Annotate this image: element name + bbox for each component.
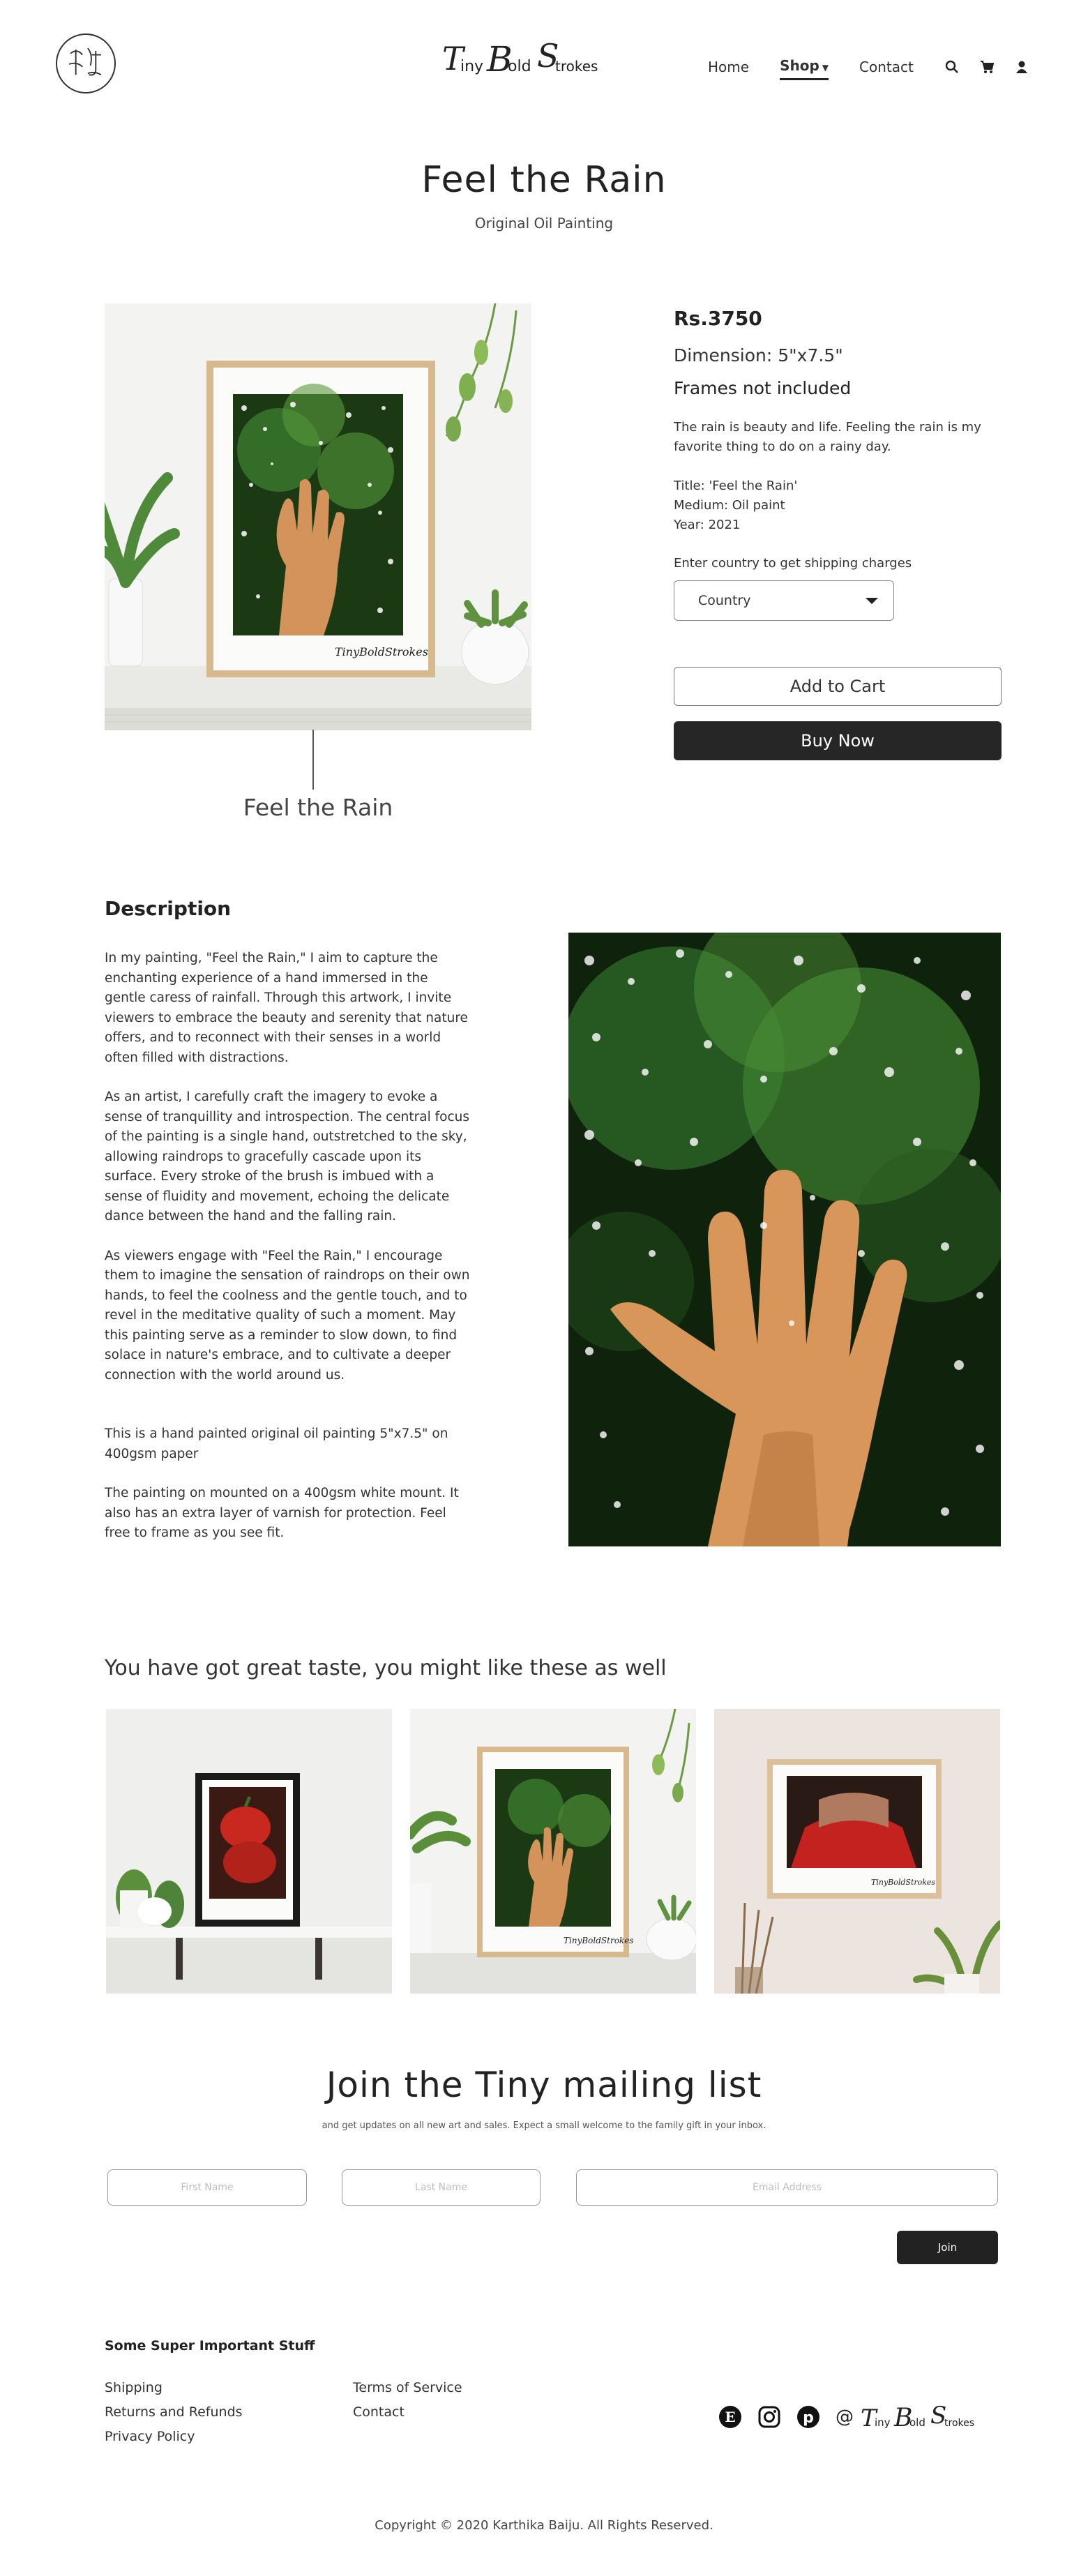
product-blurb: The rain is beauty and life. Feeling the… xyxy=(674,420,981,454)
shipping-label: Enter country to get shipping charges xyxy=(674,556,912,571)
footer-brand-logo[interactable]: T iny B old S trokes xyxy=(859,2400,1006,2434)
recommendation-card[interactable] xyxy=(106,1709,392,1994)
social-links: E p @ T iny B old S trokes xyxy=(718,2400,1006,2434)
description-paragraph: As viewers engage with "Feel the Rain," … xyxy=(105,1248,470,1383)
nav-home[interactable]: Home xyxy=(708,59,749,75)
product-meta: Title: 'Feel the Rain' Medium: Oil paint… xyxy=(674,476,1002,535)
footer-link-terms[interactable]: Terms of Service xyxy=(353,2376,462,2400)
caret-down-icon xyxy=(866,597,878,604)
description-heading: Description xyxy=(105,897,232,920)
add-to-cart-button[interactable]: Add to Cart xyxy=(674,667,1002,706)
svg-text:trokes: trokes xyxy=(944,2418,974,2429)
mailing-subtext: and get updates on all new art and sales… xyxy=(322,2121,766,2131)
price: Rs.3750 xyxy=(674,307,762,330)
svg-text:iny: iny xyxy=(460,58,483,75)
svg-text:trokes: trokes xyxy=(555,58,598,75)
description-paragraph: The painting on mounted on a 400gsm whit… xyxy=(105,1486,459,1540)
logo-seal-icon[interactable] xyxy=(56,33,116,93)
svg-text:E: E xyxy=(725,2409,735,2425)
last-name-input[interactable] xyxy=(342,2169,541,2206)
description-paragraph: In my painting, "Feel the Rain," I aim t… xyxy=(105,951,468,1065)
product-info: Rs.3750 Dimension: 5"x7.5" Frames not in… xyxy=(674,307,1002,760)
svg-text:old: old xyxy=(508,58,531,75)
nav-shop[interactable]: Shop ▼ xyxy=(780,57,829,80)
painting-closeup[interactable] xyxy=(568,933,1001,1546)
footer-link-returns[interactable]: Returns and Refunds xyxy=(105,2400,243,2425)
etsy-icon[interactable]: E xyxy=(718,2405,742,2429)
email-input[interactable] xyxy=(576,2169,998,2206)
pinterest-icon[interactable]: p xyxy=(796,2405,820,2429)
site-header: T iny B old S trokes Home Shop ▼ Contact xyxy=(0,0,1088,126)
footer-links-col1: Shipping Returns and Refunds Privacy Pol… xyxy=(105,2376,243,2449)
page-subtitle: Original Oil Painting xyxy=(474,215,614,232)
svg-text:old: old xyxy=(909,2416,925,2429)
meta-medium: Medium: Oil paint xyxy=(674,498,785,513)
mailing-heading: Join the Tiny mailing list xyxy=(326,2065,762,2105)
recommendations-grid: TinyBoldStrokes TinyBoldStrokes xyxy=(106,1709,1000,1994)
main-nav: Home Shop ▼ Contact xyxy=(708,53,1049,80)
product-photo[interactable]: TinyBoldStrokes xyxy=(105,303,531,730)
photo-pointer-line xyxy=(312,730,314,790)
footer-link-contact[interactable]: Contact xyxy=(353,2400,462,2425)
first-name-input[interactable] xyxy=(107,2169,307,2206)
recommendation-card[interactable]: TinyBoldStrokes xyxy=(410,1709,696,1994)
buy-now-button[interactable]: Buy Now xyxy=(674,721,1002,760)
svg-text:TinyBoldStrokes: TinyBoldStrokes xyxy=(564,1936,633,1945)
footer-link-privacy[interactable]: Privacy Policy xyxy=(105,2425,243,2449)
chevron-down-icon: ▼ xyxy=(822,63,829,73)
svg-text:TinyBoldStrokes: TinyBoldStrokes xyxy=(335,645,428,658)
account-icon[interactable] xyxy=(1014,59,1029,75)
description-paragraph: This is a hand painted original oil pain… xyxy=(105,1426,448,1461)
country-select-value: Country xyxy=(698,593,751,608)
at-sign: @ xyxy=(836,2406,854,2427)
copyright: Copyright © 2020 Karthika Baiju. All Rig… xyxy=(375,2518,713,2533)
svg-text:iny: iny xyxy=(875,2416,891,2429)
page-title: Feel the Rain xyxy=(421,159,667,201)
country-select[interactable]: Country xyxy=(674,580,894,621)
join-button[interactable]: Join xyxy=(897,2231,998,2264)
photo-caption: Feel the Rain xyxy=(243,794,393,821)
nav-contact[interactable]: Contact xyxy=(859,59,914,75)
footer-links-col2: Terms of Service Contact xyxy=(353,2376,462,2425)
description-body: In my painting, "Feel the Rain," I aim t… xyxy=(105,949,471,1563)
svg-text:p: p xyxy=(803,2409,814,2427)
meta-title: Title: 'Feel the Rain' xyxy=(674,479,798,493)
recommendations-heading: You have got great taste, you might like… xyxy=(105,1656,667,1680)
cart-icon[interactable] xyxy=(979,59,995,75)
search-icon[interactable] xyxy=(944,59,960,75)
frames-note: Frames not included xyxy=(674,378,852,398)
instagram-icon[interactable] xyxy=(757,2405,781,2429)
description-paragraph: As an artist, I carefully craft the imag… xyxy=(105,1090,469,1223)
recommendation-card[interactable]: TinyBoldStrokes xyxy=(714,1709,1000,1994)
dimension: Dimension: 5"x7.5" xyxy=(674,345,843,366)
brand-logo[interactable]: T iny B old S trokes xyxy=(439,35,628,84)
footer-heading: Some Super Important Stuff xyxy=(105,2338,315,2353)
footer-link-shipping[interactable]: Shipping xyxy=(105,2376,243,2400)
nav-shop-label: Shop xyxy=(780,57,819,74)
meta-year: Year: 2021 xyxy=(674,518,741,532)
svg-text:TinyBoldStrokes: TinyBoldStrokes xyxy=(871,1878,935,1887)
